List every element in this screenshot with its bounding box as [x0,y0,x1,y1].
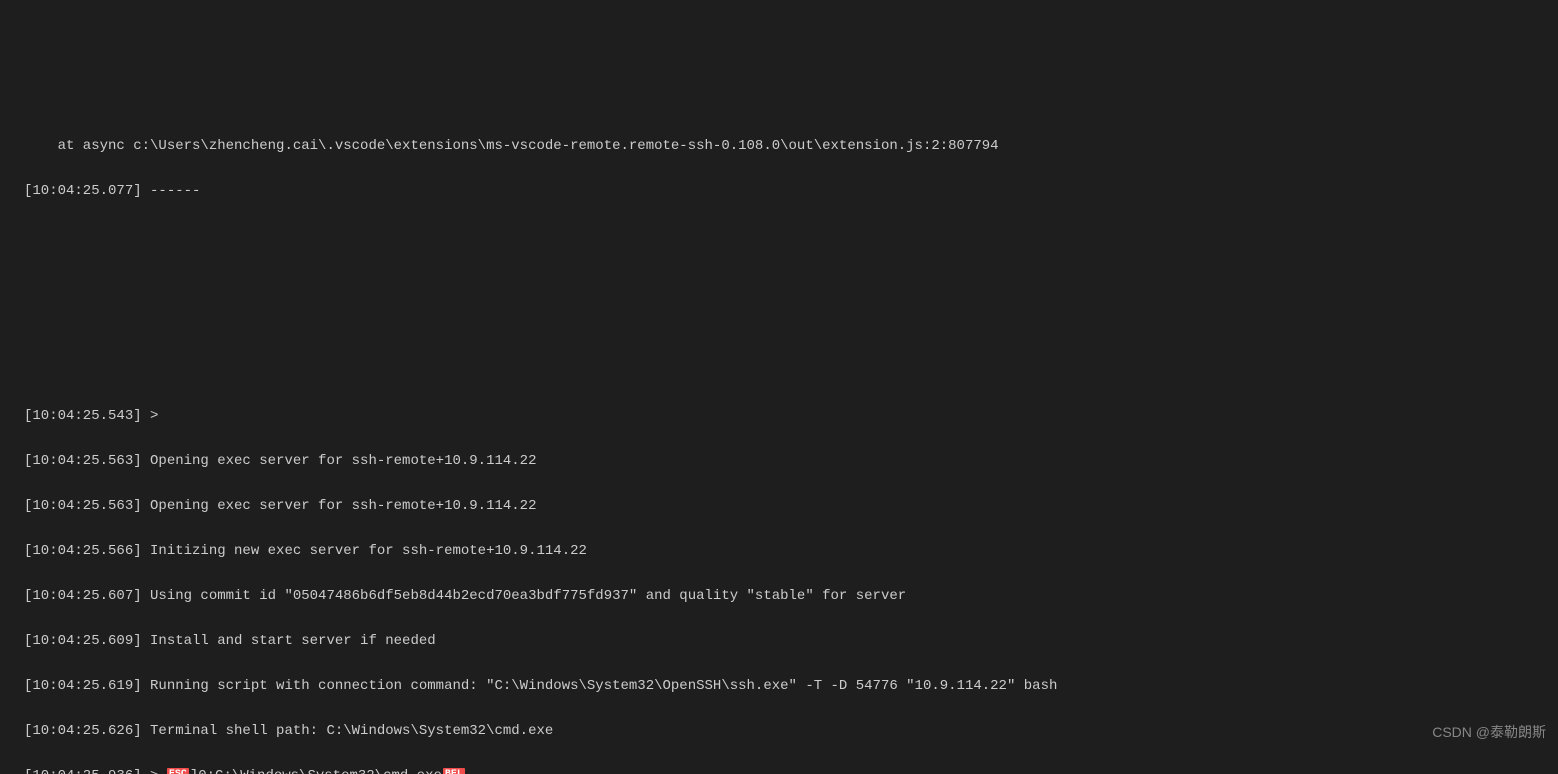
log-line: [10:04:25.566] Initizing new exec server… [24,540,1558,563]
watermark: CSDN @泰勒朗斯 [1432,721,1546,744]
log-line: [10:04:25.543] > [24,405,1558,428]
log-line: [10:04:25.936] > ESC]0;C:\Windows\System… [24,765,1558,774]
blank-line [24,315,1558,338]
log-line: [10:04:25.626] Terminal shell path: C:\W… [24,720,1558,743]
log-line: [10:04:25.563] Opening exec server for s… [24,495,1558,518]
log-line: [10:04:25.609] Install and start server … [24,630,1558,653]
log-line: [10:04:25.619] Running script with conne… [24,675,1558,698]
log-line: at async c:\Users\zhencheng.cai\.vscode\… [24,135,1558,158]
blank-line [24,360,1558,383]
blank-line [24,270,1558,293]
log-line: [10:04:25.563] Opening exec server for s… [24,450,1558,473]
log-text: [10:04:25.936] > [24,768,167,774]
log-text: ]0;C:\Windows\System32\cmd.exe [190,768,442,774]
log-line: [10:04:25.077] ------ [24,180,1558,203]
log-line: [10:04:25.607] Using commit id "05047486… [24,585,1558,608]
blank-line [24,225,1558,248]
terminal-output[interactable]: at async c:\Users\zhencheng.cai\.vscode\… [0,113,1558,774]
esc-badge: ESC [167,768,189,774]
bel-badge: BEL [443,768,465,774]
